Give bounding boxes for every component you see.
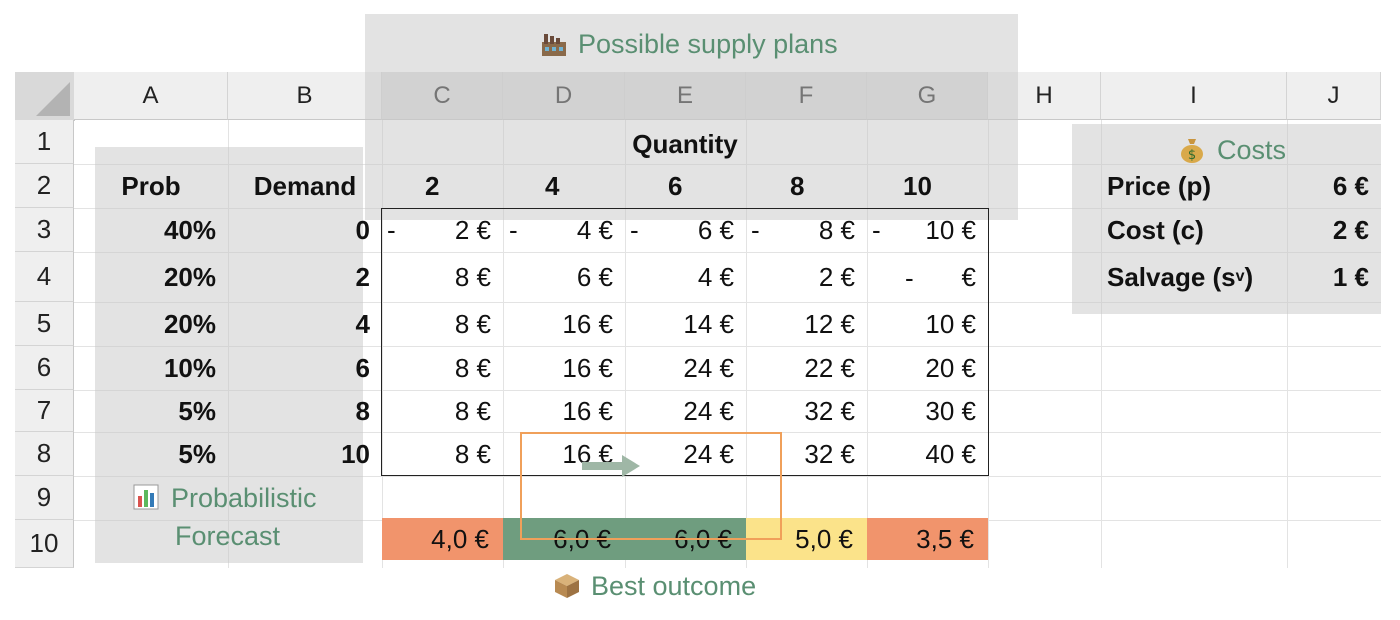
demand-row5: 4 xyxy=(355,308,370,339)
prob-row8: 5% xyxy=(178,438,216,469)
payoff-d7[interactable]: 16 € xyxy=(503,390,625,432)
row-header-3[interactable]: 3 xyxy=(15,208,74,252)
qty-4: 4 xyxy=(545,170,560,201)
demand-row8: 10 xyxy=(341,438,370,469)
qty-6: 6 xyxy=(668,170,683,201)
payoff-g6[interactable]: 20 € xyxy=(867,346,988,390)
package-icon xyxy=(553,572,581,600)
arrow-icon xyxy=(582,455,640,477)
prob-header: Prob xyxy=(121,170,181,201)
prob-row5: 20% xyxy=(163,308,216,339)
salvage-label: Salvage (s v) xyxy=(1097,252,1287,302)
row-header-1[interactable]: 1 xyxy=(15,120,74,164)
best-outcome-label: Best outcome xyxy=(553,566,756,606)
payoff-d5[interactable]: 16 € xyxy=(503,302,625,346)
forecast-label-line2: Forecast xyxy=(175,516,280,556)
payoff-f5[interactable]: 12 € xyxy=(746,302,867,346)
costs-text: Costs xyxy=(1217,134,1287,165)
qty-2: 2 xyxy=(425,170,440,201)
prob-row6: 10% xyxy=(163,352,216,383)
payoff-g4[interactable]: € xyxy=(867,252,988,302)
cost-label: Cost (c) xyxy=(1107,214,1204,245)
forecast-text-2: Forecast xyxy=(175,520,281,551)
payoff-c8[interactable]: 8 € xyxy=(382,432,503,476)
row-header-10[interactable]: 10 xyxy=(15,520,74,568)
payoff-c3[interactable]: 2 € xyxy=(382,208,503,252)
expected-c10[interactable]: 4,0 € xyxy=(382,518,503,560)
payoff-e7[interactable]: 24 € xyxy=(625,390,746,432)
bar-chart-icon xyxy=(133,484,161,512)
demand-header: Demand xyxy=(253,170,357,201)
prob-row3: 40% xyxy=(163,214,216,245)
supply-plans-text: Possible supply plans xyxy=(578,28,838,59)
supply-plans-label: Possible supply plans xyxy=(540,24,838,64)
payoff-c6[interactable]: 8 € xyxy=(382,346,503,390)
col-header-b[interactable]: B xyxy=(228,72,382,120)
payoff-f3[interactable]: 8 € xyxy=(746,208,867,252)
price-value[interactable]: 6 € xyxy=(1287,164,1381,208)
demand-row7: 8 xyxy=(355,395,370,426)
demand-row3: 0 xyxy=(355,214,370,245)
payoff-c7[interactable]: 8 € xyxy=(382,390,503,432)
payoff-c4[interactable]: 8 € xyxy=(382,252,503,302)
quantity-header: Quantity xyxy=(632,128,738,159)
payoff-c5[interactable]: 8 € xyxy=(382,302,503,346)
qty-10: 10 xyxy=(903,170,932,201)
demand-row6: 6 xyxy=(355,352,370,383)
row-header-2[interactable]: 2 xyxy=(15,164,74,208)
money-bag-icon: $ xyxy=(1179,136,1207,164)
col-header-i[interactable]: I xyxy=(1101,72,1287,120)
svg-text:$: $ xyxy=(1188,148,1196,163)
prob-row4: 20% xyxy=(163,261,216,292)
salvage-suffix: ) xyxy=(1244,261,1254,292)
prob-row7: 5% xyxy=(178,395,216,426)
qty-8: 8 xyxy=(790,170,805,201)
row-header-6[interactable]: 6 xyxy=(15,346,74,390)
col-header-a[interactable]: A xyxy=(74,72,228,120)
salvage-value[interactable]: 1 € xyxy=(1287,252,1381,302)
payoff-e6[interactable]: 24 € xyxy=(625,346,746,390)
row-header-7[interactable]: 7 xyxy=(15,390,74,432)
demand-row4: 2 xyxy=(355,261,370,292)
best-outcome-text: Best outcome xyxy=(591,570,757,601)
best-outcome-box xyxy=(520,432,782,540)
payoff-d6[interactable]: 16 € xyxy=(503,346,625,390)
payoff-d3[interactable]: 4 € xyxy=(503,208,625,252)
cost-value[interactable]: 2 € xyxy=(1287,208,1381,252)
row-header-8[interactable]: 8 xyxy=(15,432,74,476)
col-header-j[interactable]: J xyxy=(1287,72,1381,120)
payoff-f6[interactable]: 22 € xyxy=(746,346,867,390)
payoff-d4[interactable]: 6 € xyxy=(503,252,625,302)
payoff-e4[interactable]: 4 € xyxy=(625,252,746,302)
payoff-e5[interactable]: 14 € xyxy=(625,302,746,346)
row-header-5[interactable]: 5 xyxy=(15,302,74,346)
price-label: Price (p) xyxy=(1107,170,1212,201)
forecast-label-line1: Probabilistic xyxy=(133,478,317,518)
expected-g10[interactable]: 3,5 € xyxy=(867,518,988,560)
row-header-9[interactable]: 9 xyxy=(15,476,74,520)
payoff-g7[interactable]: 30 € xyxy=(867,390,988,432)
payoff-g3[interactable]: 10 € xyxy=(867,208,988,252)
payoff-f4[interactable]: 2 € xyxy=(746,252,867,302)
salvage-sub: v xyxy=(1235,268,1245,285)
payoff-e3[interactable]: 6 € xyxy=(625,208,746,252)
row-header-4[interactable]: 4 xyxy=(15,252,74,302)
salvage-text: Salvage (s xyxy=(1107,261,1236,292)
factory-icon xyxy=(540,30,568,58)
select-all-corner[interactable] xyxy=(15,72,75,121)
forecast-text-1: Probabilistic xyxy=(171,482,317,513)
payoff-f7[interactable]: 32 € xyxy=(746,390,867,432)
payoff-g8[interactable]: 40 € xyxy=(867,432,988,476)
payoff-g5[interactable]: 10 € xyxy=(867,302,988,346)
